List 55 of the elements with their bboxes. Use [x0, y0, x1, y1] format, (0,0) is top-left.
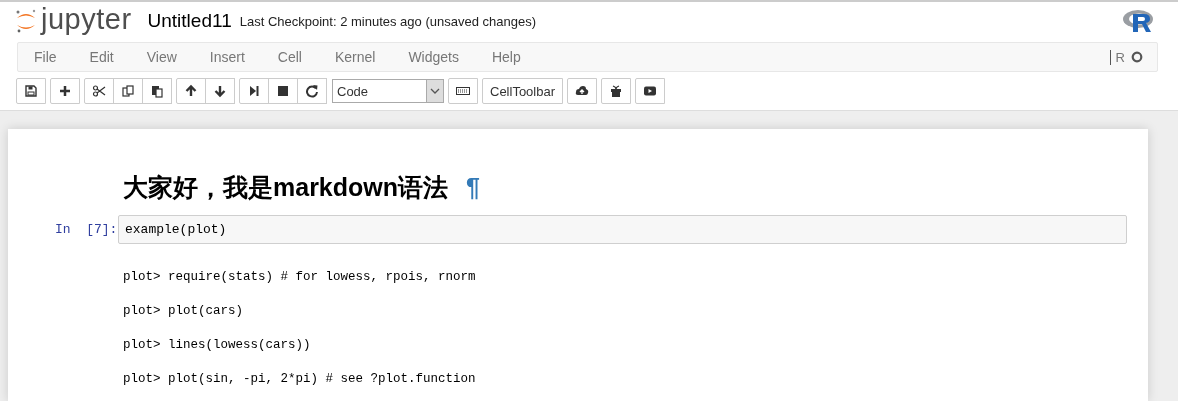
up-button[interactable]: [176, 78, 206, 104]
paste-button[interactable]: [142, 78, 172, 104]
r-logo-icon: [1122, 8, 1156, 34]
jupyter-logo-icon: [15, 8, 37, 34]
markdown-heading: 大家好，我是markdown语法: [123, 171, 449, 203]
menu-item[interactable]: Edit: [89, 49, 114, 65]
keyboard-icon: [456, 84, 470, 98]
arrow-down-icon: [213, 84, 227, 98]
logo-text: jupyter: [41, 4, 132, 37]
anchor-link[interactable]: ¶: [466, 172, 480, 202]
cell-type-select[interactable]: Code: [332, 79, 444, 103]
step-forward-icon: [247, 84, 261, 98]
play-button[interactable]: [635, 78, 666, 104]
checkpoint-status: Last Checkpoint: 2 minutes ago (unsaved changes): [239, 13, 536, 29]
code-input[interactable]: example(plot): [118, 215, 1127, 244]
scissors-icon: [92, 84, 106, 98]
output-line: plot> plot(cars): [123, 303, 244, 320]
output-line: plot> plot(sin, -pi, 2*pi) # see ?plot.function: [123, 371, 476, 388]
save-icon: [24, 84, 38, 98]
menu-item[interactable]: Insert: [209, 49, 245, 65]
run-button[interactable]: [239, 78, 269, 104]
menu-item[interactable]: Help: [491, 49, 521, 65]
paste-icon: [150, 84, 164, 98]
stop-button[interactable]: [268, 78, 298, 104]
notebook-name[interactable]: Untitled11: [147, 10, 232, 32]
play-icon: [643, 84, 658, 98]
input-prompt: In [7]:: [55, 222, 118, 237]
down-button[interactable]: [205, 78, 235, 104]
restart-button[interactable]: [297, 78, 327, 104]
box-button[interactable]: [601, 78, 632, 104]
upload-button[interactable]: [567, 78, 598, 104]
menu-item[interactable]: View: [146, 49, 177, 65]
cut-button[interactable]: [84, 78, 114, 104]
stop-icon: [276, 84, 290, 98]
cloud-upload-icon: [575, 84, 590, 98]
menu-item[interactable]: Cell: [277, 49, 302, 65]
menu-item[interactable]: File: [34, 49, 57, 65]
copy-icon: [121, 84, 135, 98]
code-line: example(plot): [125, 222, 227, 237]
kernel-name: R: [1109, 49, 1125, 65]
output-line: plot> lines(lowess(cars)): [123, 337, 311, 354]
plus-icon: [58, 84, 72, 98]
arrow-up-icon: [184, 84, 198, 98]
celltoolbar-button[interactable]: CellToolbar: [482, 78, 564, 104]
menu-item[interactable]: Kernel: [334, 49, 376, 65]
jupyter-logo[interactable]: jupyter: [15, 4, 132, 38]
caret-icon: [430, 88, 440, 94]
copy-button[interactable]: [113, 78, 143, 104]
add-button[interactable]: [50, 78, 80, 104]
gift-icon: [609, 84, 624, 98]
keyboard-button[interactable]: [448, 78, 478, 104]
output-line: plot> require(stats) # for lowess, rpois, rnorm: [123, 269, 476, 286]
refresh-icon: [305, 84, 319, 98]
menu-item[interactable]: Widgets: [408, 49, 459, 65]
save-button[interactable]: [16, 78, 46, 104]
